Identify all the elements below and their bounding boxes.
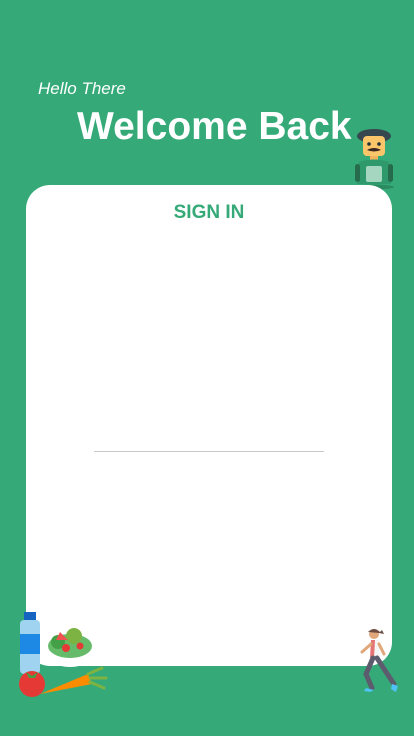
chef-character-icon [354,129,394,190]
vegetables-and-bottle-icon [19,612,108,697]
page-title: Welcome Back [77,105,352,148]
running-woman-icon [360,629,398,692]
greeting-text: Hello There [38,79,126,98]
divider [94,451,324,452]
tab-sign-in[interactable]: SIGN IN [0,202,414,224]
sign-in-card [26,185,392,666]
